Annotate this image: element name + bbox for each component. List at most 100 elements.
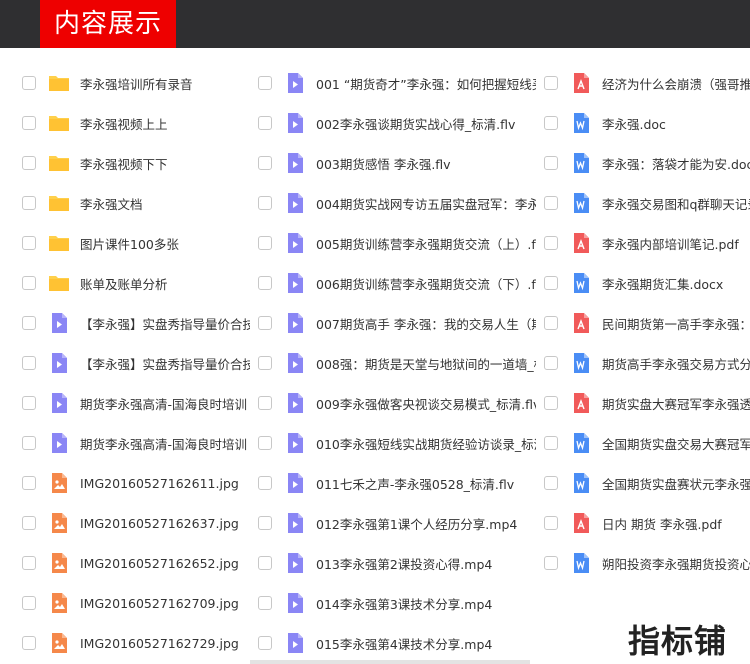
file-name: 014李永强第3课技术分享.mp4	[316, 596, 493, 612]
file-item[interactable]: 期货李永强高清-国海良时培训（	[18, 423, 250, 463]
file-item[interactable]: 015李永强第4课技术分享.mp4	[254, 623, 536, 663]
select-checkbox[interactable]	[544, 356, 558, 370]
file-item[interactable]: 009李永强做客央视谈交易模式_标清.flv	[254, 383, 536, 423]
select-checkbox[interactable]	[22, 316, 36, 330]
select-checkbox[interactable]	[22, 356, 36, 370]
select-checkbox[interactable]	[258, 556, 272, 570]
select-checkbox[interactable]	[22, 556, 36, 570]
select-checkbox[interactable]	[258, 236, 272, 250]
select-checkbox[interactable]	[22, 276, 36, 290]
select-checkbox[interactable]	[22, 156, 36, 170]
file-item[interactable]: 007期货高手 李永强：我的交易人生（期货	[254, 303, 536, 343]
file-item[interactable]: 李永强：落袋才能为安.doc	[540, 143, 750, 183]
select-checkbox[interactable]	[258, 156, 272, 170]
file-item[interactable]: 经济为什么会崩溃（强哥推荐	[540, 63, 750, 103]
file-item[interactable]: 002李永强谈期货实战心得_标清.flv	[254, 103, 536, 143]
select-checkbox[interactable]	[258, 316, 272, 330]
select-checkbox[interactable]	[258, 596, 272, 610]
file-item[interactable]: 全国期货实盘交易大赛冠军李	[540, 423, 750, 463]
file-item[interactable]: IMG20160527162637.jpg	[18, 503, 250, 543]
select-checkbox[interactable]	[544, 516, 558, 530]
select-checkbox[interactable]	[258, 636, 272, 650]
file-item[interactable]: 006期货训练营李永强期货交流（下）.flv	[254, 263, 536, 303]
file-item[interactable]: 民间期货第一高手李永强：三	[540, 303, 750, 343]
select-checkbox[interactable]	[544, 156, 558, 170]
select-checkbox[interactable]	[258, 196, 272, 210]
select-checkbox[interactable]	[544, 276, 558, 290]
video-file-icon	[48, 432, 70, 454]
file-item[interactable]: 期货实盘大赛冠军李永强透露	[540, 383, 750, 423]
file-item[interactable]: IMG20160527162611.jpg	[18, 463, 250, 503]
file-item[interactable]: 李永强期货汇集.docx	[540, 263, 750, 303]
file-item[interactable]: 005期货训练营李永强期货交流（上）.flv	[254, 223, 536, 263]
file-item[interactable]: IMG20160527162729.jpg	[18, 623, 250, 663]
select-checkbox[interactable]	[22, 636, 36, 650]
select-checkbox[interactable]	[544, 116, 558, 130]
video-file-icon	[284, 392, 306, 414]
file-item[interactable]: 李永强视频上上	[18, 103, 250, 143]
video-file-icon	[48, 352, 70, 374]
file-name: 012李永强第1课个人经历分享.mp4	[316, 516, 518, 532]
file-item[interactable]: 012李永强第1课个人经历分享.mp4	[254, 503, 536, 543]
select-checkbox[interactable]	[22, 596, 36, 610]
file-item[interactable]: 期货高手李永强交易方式分析	[540, 343, 750, 383]
select-checkbox[interactable]	[22, 436, 36, 450]
select-checkbox[interactable]	[258, 276, 272, 290]
horizontal-scrollbar[interactable]	[250, 660, 530, 664]
select-checkbox[interactable]	[544, 196, 558, 210]
file-item[interactable]: 014李永强第3课技术分享.mp4	[254, 583, 536, 623]
image-file-icon	[48, 512, 70, 534]
select-checkbox[interactable]	[258, 116, 272, 130]
file-item[interactable]: 全国期货实盘赛状元李永强.d	[540, 463, 750, 503]
file-name: 图片课件100多张	[80, 236, 179, 252]
video-file-icon	[284, 272, 306, 294]
image-file-icon	[48, 592, 70, 614]
file-item[interactable]: 010李永强短线实战期货经验访谈录_标清.flv	[254, 423, 536, 463]
file-item[interactable]: 【李永强】实盘秀指导量价合技术	[18, 303, 250, 343]
file-item[interactable]: IMG20160527162652.jpg	[18, 543, 250, 583]
file-name: IMG20160527162709.jpg	[80, 595, 239, 611]
select-checkbox[interactable]	[544, 556, 558, 570]
file-name: 期货实盘大赛冠军李永强透露	[602, 396, 750, 412]
select-checkbox[interactable]	[22, 476, 36, 490]
select-checkbox[interactable]	[22, 236, 36, 250]
file-item[interactable]: 001 “期货奇才”李永强：如何把握短线买	[254, 63, 536, 103]
select-checkbox[interactable]	[258, 436, 272, 450]
file-item[interactable]: 011七禾之声-李永强0528_标清.flv	[254, 463, 536, 503]
select-checkbox[interactable]	[544, 316, 558, 330]
file-item[interactable]: 李永强视频下下	[18, 143, 250, 183]
select-checkbox[interactable]	[544, 476, 558, 490]
select-checkbox[interactable]	[22, 396, 36, 410]
select-checkbox[interactable]	[22, 196, 36, 210]
file-item[interactable]: 李永强.doc	[540, 103, 750, 143]
file-item[interactable]: 008强：期货是天堂与地狱间的一道墙_标清	[254, 343, 536, 383]
file-item[interactable]: IMG20160527162709.jpg	[18, 583, 250, 623]
file-name: 李永强.doc	[602, 116, 666, 132]
file-item[interactable]: 李永强内部培训笔记.pdf	[540, 223, 750, 263]
select-checkbox[interactable]	[22, 516, 36, 530]
file-item[interactable]: 李永强交易图和q群聊天记录	[540, 183, 750, 223]
file-item[interactable]: 朔阳投资李永强期货投资心法	[540, 543, 750, 583]
select-checkbox[interactable]	[22, 116, 36, 130]
file-item[interactable]: 日内 期货 李永强.pdf	[540, 503, 750, 543]
file-item[interactable]: 图片课件100多张	[18, 223, 250, 263]
select-checkbox[interactable]	[258, 356, 272, 370]
file-item[interactable]: 账单及账单分析	[18, 263, 250, 303]
select-checkbox[interactable]	[544, 236, 558, 250]
file-item[interactable]: 李永强文档	[18, 183, 250, 223]
file-item[interactable]: 期货李永强高清-国海良时培训（	[18, 383, 250, 423]
select-checkbox[interactable]	[258, 396, 272, 410]
select-checkbox[interactable]	[544, 76, 558, 90]
select-checkbox[interactable]	[258, 516, 272, 530]
select-checkbox[interactable]	[258, 476, 272, 490]
file-item[interactable]: 【李永强】实盘秀指导量价合技术	[18, 343, 250, 383]
select-checkbox[interactable]	[544, 396, 558, 410]
file-item[interactable]: 004期货实战网专访五届实盘冠军：李永强	[254, 183, 536, 223]
file-item[interactable]: 013李永强第2课投资心得.mp4	[254, 543, 536, 583]
file-item[interactable]: 李永强培训所有录音	[18, 63, 250, 103]
file-name: 004期货实战网专访五届实盘冠军：李永强	[316, 196, 536, 212]
select-checkbox[interactable]	[22, 76, 36, 90]
select-checkbox[interactable]	[258, 76, 272, 90]
select-checkbox[interactable]	[544, 436, 558, 450]
file-item[interactable]: 003期货感悟 李永强.flv	[254, 143, 536, 183]
